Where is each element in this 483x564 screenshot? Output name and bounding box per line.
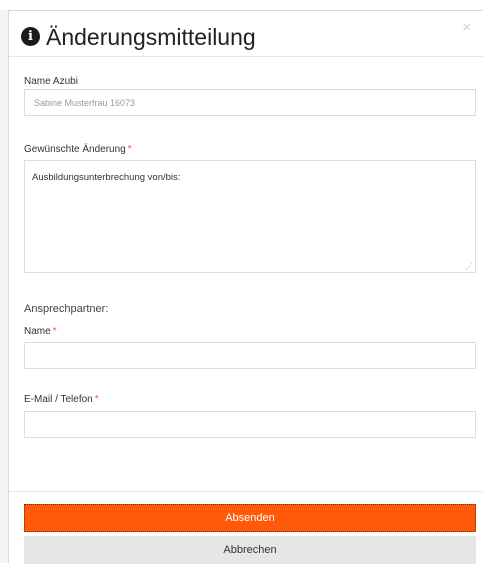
change-label: Gewünschte Änderung * [24, 144, 132, 156]
contact-section-heading: Ansprechpartner: [24, 303, 109, 315]
contact-email-phone-label-text: E-Mail / Telefon [24, 394, 93, 405]
dialog-footer: Absenden Abbrechen [9, 491, 483, 564]
close-icon[interactable]: × [462, 20, 471, 35]
change-label-text: Gewünschte Änderung [24, 144, 126, 155]
required-marker: * [127, 144, 132, 155]
dialog-header: i Änderungsmitteilung × [9, 11, 483, 57]
dialog-title: Änderungsmitteilung [46, 24, 256, 50]
change-notification-dialog: i Änderungsmitteilung × Name Azubi Gewün… [8, 10, 483, 564]
name-azubi-label-text: Name Azubi [24, 76, 78, 87]
name-azubi-label: Name Azubi [24, 76, 78, 88]
resize-grip-icon[interactable]: ⋰ [465, 263, 473, 271]
contact-email-phone-field[interactable] [24, 411, 476, 438]
required-marker: * [52, 326, 57, 337]
required-marker: * [94, 394, 99, 405]
name-azubi-field[interactable] [24, 89, 476, 116]
info-circle-icon: i [21, 27, 40, 46]
submit-button[interactable]: Absenden [24, 504, 476, 532]
contact-name-label: Name * [24, 326, 57, 338]
page-background-strip [0, 10, 8, 563]
contact-name-label-text: Name [24, 326, 51, 337]
contact-name-field[interactable] [24, 342, 476, 369]
cancel-button[interactable]: Abbrechen [24, 536, 476, 564]
change-textarea[interactable]: Ausbildungsunterbrechung von/bis: [24, 160, 476, 273]
contact-email-phone-label: E-Mail / Telefon * [24, 394, 99, 406]
change-textarea-wrap: Ausbildungsunterbrechung von/bis: ⋰ [9, 160, 483, 273]
